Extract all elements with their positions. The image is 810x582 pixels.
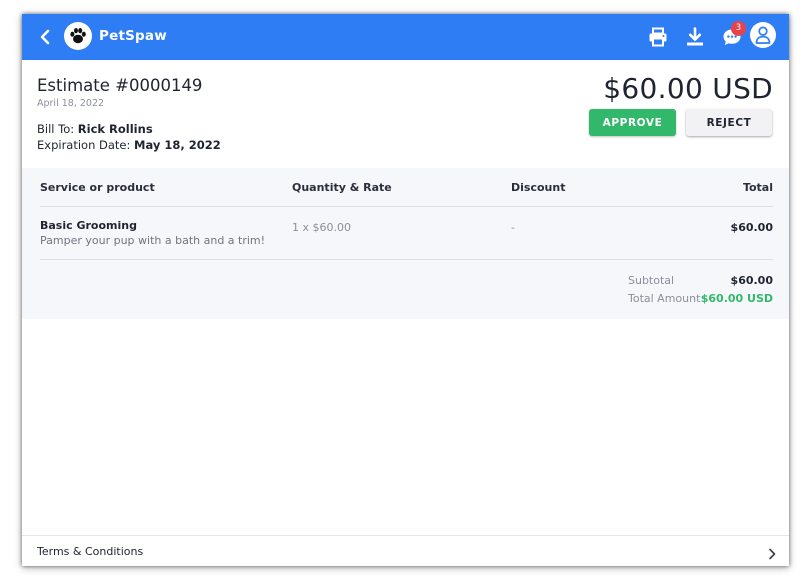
brand-name: PetSpaw: [99, 28, 167, 44]
print-icon[interactable]: [647, 26, 669, 48]
header-divider: [40, 206, 773, 207]
terms-conditions-row[interactable]: Terms & Conditions: [22, 535, 789, 566]
estimate-total: $60.00 USD: [603, 72, 773, 105]
expiration-date: Expiration Date: May 18, 2022: [37, 138, 221, 152]
estimate-title: Estimate #0000149: [37, 76, 203, 95]
paw-logo-icon: [64, 22, 92, 50]
user-icon: [755, 26, 771, 44]
line-items-table: Service or product Quantity & Rate Disco…: [22, 168, 789, 319]
top-bar: PetSpaw 3: [22, 14, 789, 60]
bill-to-label: Bill To:: [37, 122, 75, 136]
bill-to-name: Rick Rollins: [77, 122, 153, 136]
column-header-total: Total: [742, 181, 773, 194]
user-avatar[interactable]: [750, 22, 776, 48]
column-header-discount: Discount: [511, 181, 566, 194]
column-header-service: Service or product: [40, 181, 155, 194]
expiration-value: May 18, 2022: [134, 138, 221, 152]
reject-button[interactable]: REJECT: [686, 109, 772, 136]
download-icon[interactable]: [684, 26, 706, 48]
notification-badge: 3: [731, 21, 746, 36]
estimate-date: April 18, 2022: [37, 98, 105, 109]
total-amount-value: $60.00 USD: [700, 292, 773, 305]
estimate-header: Estimate #0000149 April 18, 2022 Bill To…: [22, 60, 789, 168]
row-divider: [40, 259, 773, 260]
item-total: $60.00: [730, 221, 773, 234]
expiration-label: Expiration Date:: [37, 138, 131, 152]
item-quantity-rate: 1 x $60.00: [292, 221, 351, 234]
column-header-quantity-rate: Quantity & Rate: [292, 181, 392, 194]
bill-to: Bill To: Rick Rollins: [37, 122, 153, 136]
item-discount: -: [511, 221, 515, 234]
back-chevron-icon[interactable]: [37, 27, 55, 47]
chevron-right-icon: [767, 545, 777, 564]
item-description: Pamper your pup with a bath and a trim!: [40, 234, 266, 247]
total-amount-label: Total Amount: [628, 292, 701, 305]
terms-conditions-label: Terms & Conditions: [37, 545, 144, 558]
subtotal-value: $60.00: [730, 274, 773, 287]
item-name: Basic Grooming: [40, 219, 137, 232]
subtotal-label: Subtotal: [628, 274, 675, 287]
app-window: PetSpaw 3 Estimate #0000149 April 18, 20…: [22, 14, 789, 566]
approve-button[interactable]: APPROVE: [589, 109, 676, 136]
